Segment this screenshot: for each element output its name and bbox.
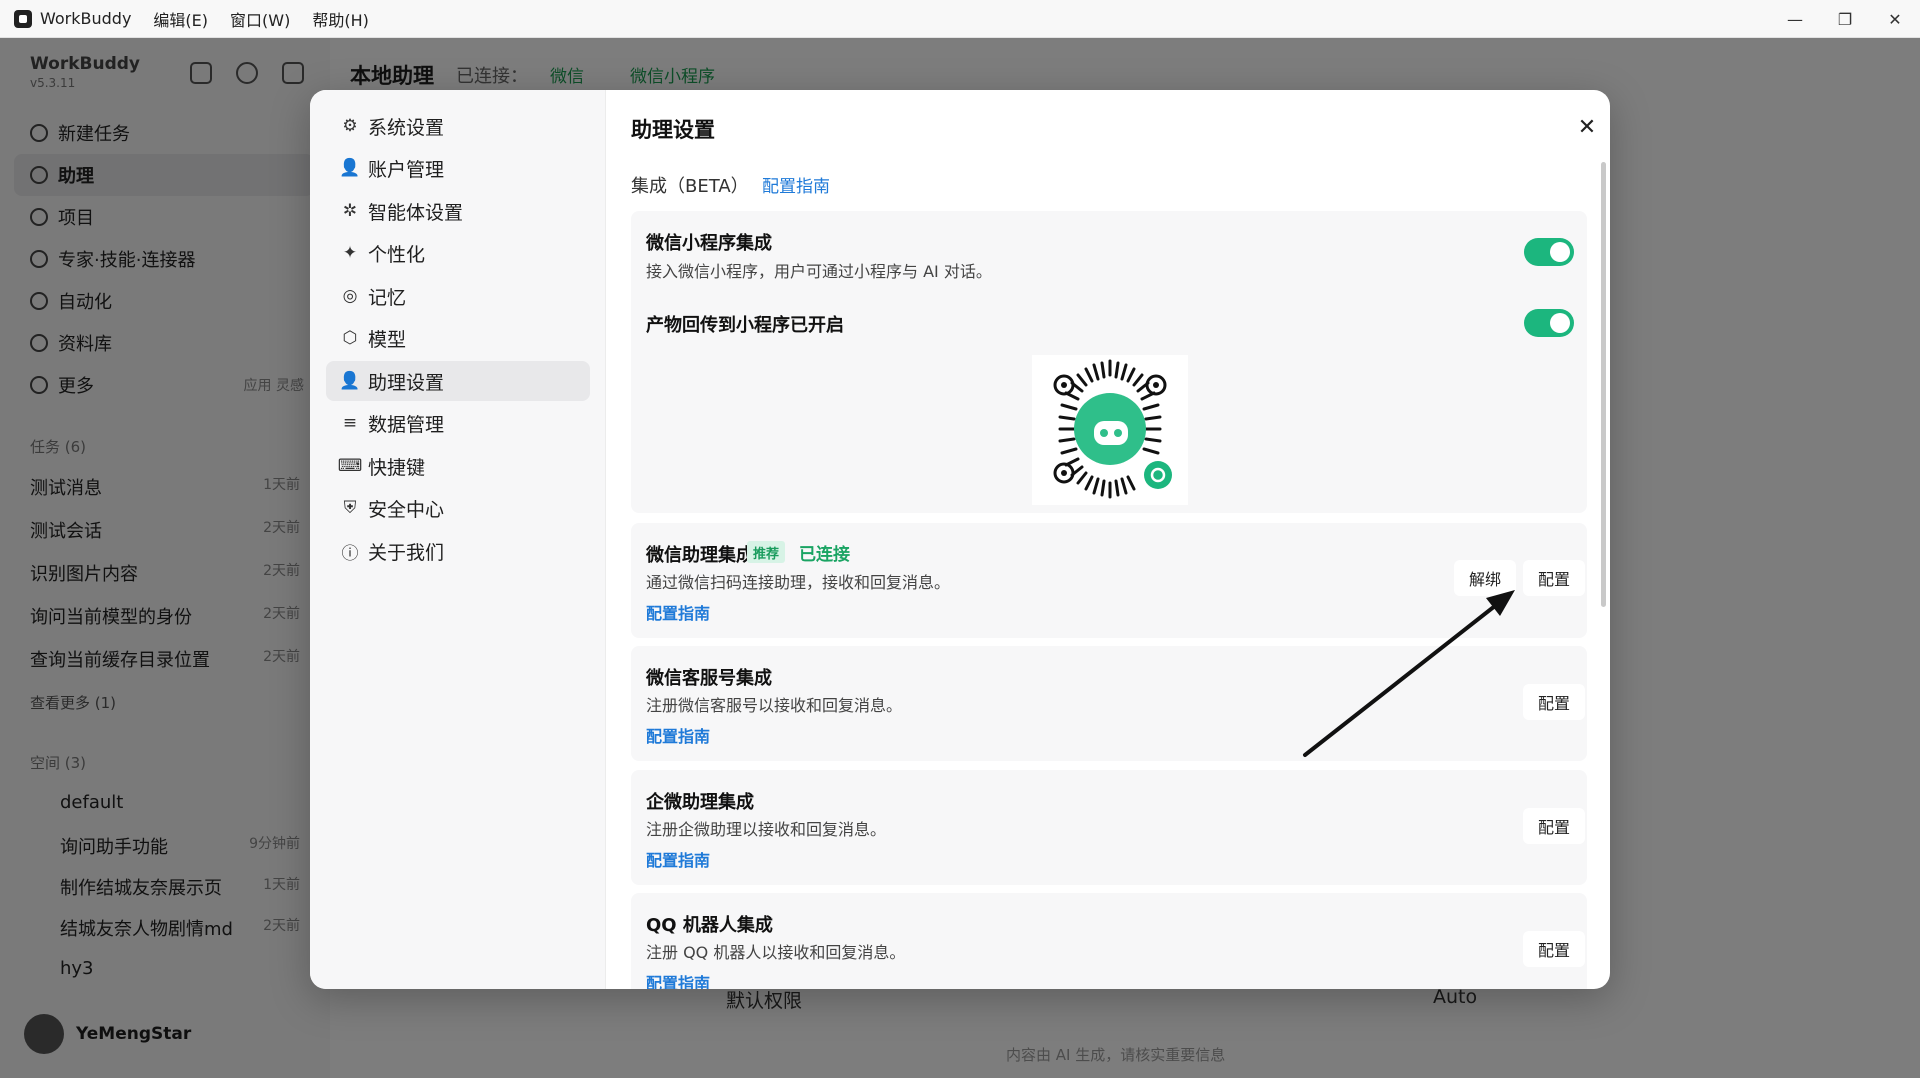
scrollbar[interactable] <box>1601 162 1606 607</box>
miniprogram-toggle[interactable] <box>1524 238 1574 266</box>
memory-pin-icon: ◎ <box>342 286 358 306</box>
wechat-assistant-guide-link[interactable]: 配置指南 <box>646 600 710 624</box>
toggle-knob <box>1550 242 1570 262</box>
miniprogram-card: 微信小程序集成 接入微信小程序，用户可通过小程序与 AI 对话。 产物回传到小程… <box>631 211 1587 513</box>
integration-guide-link[interactable]: 配置指南 <box>762 172 830 197</box>
integration-section-label: 集成（BETA） <box>631 176 749 197</box>
settings-nav: ⚙ 系统设置 👤 账户管理 ✲ 智能体设置 ✦ 个性化 ◎ 记忆 ⬡ 模型 👤 助理设置 ≡ 数… <box>310 90 606 989</box>
nav-shortcuts[interactable]: ⌨ 快捷键 <box>326 446 590 486</box>
minimize-button[interactable]: — <box>1770 0 1820 38</box>
artifact-return-toggle[interactable] <box>1524 309 1574 337</box>
wechat-assistant-title: 微信助理集成 <box>646 545 754 566</box>
connected-status-badge: 已连接 <box>799 545 850 565</box>
menu-edit[interactable]: 编辑(E) <box>153 7 208 31</box>
nav-label: 个性化 <box>368 243 426 266</box>
wechat-service-desc: 注册微信客服号以接收和回复消息。 <box>646 696 903 715</box>
nav-label: 账户管理 <box>368 158 445 181</box>
user-icon: 👤 <box>339 158 361 178</box>
wecom-desc: 注册企微助理以接收和回复消息。 <box>646 820 887 839</box>
settings-content: 助理设置 ✕ 集成（BETA） 配置指南 微信小程序集成 接入微信小程序，用户可… <box>606 90 1610 989</box>
wecom-config-button[interactable]: 配置 <box>1523 808 1585 844</box>
nav-label: 关于我们 <box>368 541 445 564</box>
nav-account[interactable]: 👤 账户管理 <box>326 148 590 188</box>
menu-help[interactable]: 帮助(H) <box>312 7 369 31</box>
app-name: WorkBuddy <box>40 9 132 28</box>
window-controls: — ❐ ✕ <box>1770 0 1920 38</box>
miniprogram-desc: 接入微信小程序，用户可通过小程序与 AI 对话。 <box>646 262 992 281</box>
settings-modal: ⚙ 系统设置 👤 账户管理 ✲ 智能体设置 ✦ 个性化 ◎ 记忆 ⬡ 模型 👤 助理设置 ≡ 数… <box>310 90 1610 989</box>
qq-bot-guide-link[interactable]: 配置指南 <box>646 970 710 989</box>
miniprogram-title: 微信小程序集成 <box>646 233 772 254</box>
app-logo-icon <box>14 9 32 28</box>
title-bar: WorkBuddy 编辑(E) 窗口(W) 帮助(H) — ❐ ✕ <box>0 0 1920 38</box>
wecom-card: 企微助理集成 注册企微助理以接收和回复消息。 配置指南 配置 <box>631 770 1587 885</box>
wecom-title: 企微助理集成 <box>646 792 754 813</box>
qr-code-graphic <box>1053 359 1172 499</box>
modal-title: 助理设置 <box>631 118 715 142</box>
nav-assistant-settings[interactable]: 👤 助理设置 <box>326 361 590 401</box>
miniprogram-qr-code <box>1032 355 1188 505</box>
toggle-knob <box>1550 313 1570 333</box>
artifact-return-title: 产物回传到小程序已开启 <box>646 315 844 336</box>
qq-bot-title: QQ 机器人集成 <box>646 915 773 936</box>
qq-bot-desc: 注册 QQ 机器人以接收和回复消息。 <box>646 943 906 962</box>
cube-icon: ⬡ <box>342 328 358 348</box>
qq-bot-card: QQ 机器人集成 注册 QQ 机器人以接收和回复消息。 配置指南 配置 <box>631 893 1587 989</box>
recommended-badge: 推荐 <box>747 541 786 563</box>
nav-security[interactable]: ⛨ 安全中心 <box>326 488 590 528</box>
wechat-assistant-desc: 通过微信扫码连接助理，接收和回复消息。 <box>646 573 951 592</box>
gear-icon: ⚙ <box>342 116 358 136</box>
nav-data-management[interactable]: ≡ 数据管理 <box>326 403 590 443</box>
nav-label: 助理设置 <box>368 371 445 394</box>
qq-bot-config-button[interactable]: 配置 <box>1523 931 1585 967</box>
nav-label: 记忆 <box>368 286 407 309</box>
wecom-guide-link[interactable]: 配置指南 <box>646 847 710 871</box>
nav-label: 数据管理 <box>368 413 445 436</box>
maximize-button[interactable]: ❐ <box>1820 0 1870 38</box>
nav-label: 快捷键 <box>368 456 426 479</box>
info-icon: ⓘ <box>341 543 359 564</box>
nav-label: 模型 <box>368 328 407 351</box>
close-icon[interactable]: ✕ <box>1574 114 1600 140</box>
nav-agent-settings[interactable]: ✲ 智能体设置 <box>326 191 590 231</box>
wechat-service-guide-link[interactable]: 配置指南 <box>646 723 710 747</box>
annotation-arrow <box>1303 590 1515 757</box>
nav-label: 安全中心 <box>368 498 445 521</box>
nav-system-settings[interactable]: ⚙ 系统设置 <box>326 106 590 146</box>
close-window-button[interactable]: ✕ <box>1870 0 1920 38</box>
nav-model[interactable]: ⬡ 模型 <box>326 318 590 358</box>
wechat-service-title: 微信客服号集成 <box>646 668 772 689</box>
nav-about[interactable]: ⓘ 关于我们 <box>326 531 590 571</box>
agent-icon: ✲ <box>342 201 358 221</box>
assistant-settings-icon: 👤 <box>339 371 361 391</box>
keyboard-icon: ⌨ <box>337 456 363 476</box>
nav-label: 系统设置 <box>368 116 445 139</box>
nav-personalization[interactable]: ✦ 个性化 <box>326 233 590 273</box>
nav-label: 智能体设置 <box>368 201 464 224</box>
nav-memory[interactable]: ◎ 记忆 <box>326 276 590 316</box>
sparkle-icon: ✦ <box>342 243 358 263</box>
menu-window[interactable]: 窗口(W) <box>230 7 290 31</box>
database-icon: ≡ <box>342 413 358 433</box>
shield-icon: ⛨ <box>343 498 357 518</box>
